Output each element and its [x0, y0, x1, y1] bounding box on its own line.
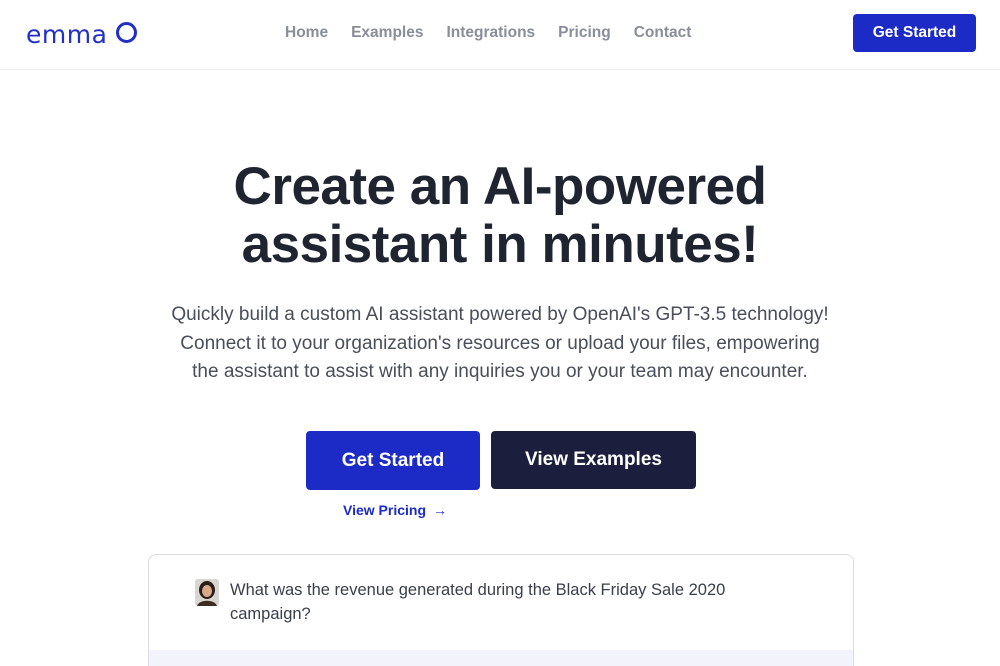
- chat-question-text: What was the revenue generated during th…: [230, 581, 726, 623]
- arrow-right-icon: →: [433, 502, 447, 518]
- hero-title: Create an AI-powered assistant in minute…: [0, 158, 1000, 274]
- hero-subtitle-line-1: Quickly build a custom AI assistant powe…: [171, 304, 829, 325]
- nav-integrations[interactable]: Integrations: [446, 24, 535, 42]
- view-pricing-link[interactable]: View Pricing →: [343, 502, 447, 518]
- logo-ring-icon: [116, 22, 138, 43]
- nav-examples[interactable]: Examples: [351, 24, 423, 42]
- header-get-started-button[interactable]: Get Started: [853, 14, 976, 52]
- hero-subtitle-line-3: the assistant to assist with any inquiri…: [192, 361, 808, 382]
- view-pricing-label: View Pricing: [343, 502, 426, 518]
- hero-subtitle: Quickly build a custom AI assistant powe…: [130, 301, 870, 387]
- hero-subtitle-line-2: Connect it to your organization's resour…: [180, 332, 820, 354]
- chat-question-row: What was the revenue generated during th…: [195, 578, 790, 626]
- brand-logo[interactable]: emma: [26, 18, 138, 50]
- user-avatar: [195, 579, 219, 606]
- hero-title-line-2: assistant in minutes!: [241, 215, 759, 274]
- nav-home[interactable]: Home: [285, 24, 328, 42]
- main-nav: Home Examples Integrations Pricing Conta…: [285, 24, 691, 42]
- hero-title-line-1: Create an AI-powered: [233, 157, 767, 216]
- top-nav-bar: emma Home Examples Integrations Pricing …: [0, 0, 1000, 70]
- chat-preview-card: What was the revenue generated during th…: [148, 554, 854, 666]
- hero-get-started-button[interactable]: Get Started: [306, 431, 480, 490]
- brand-name: emma: [26, 19, 108, 49]
- nav-contact[interactable]: Contact: [634, 24, 692, 42]
- view-examples-button[interactable]: View Examples: [491, 431, 696, 489]
- nav-pricing[interactable]: Pricing: [558, 24, 611, 42]
- chat-answer-area: [149, 650, 853, 666]
